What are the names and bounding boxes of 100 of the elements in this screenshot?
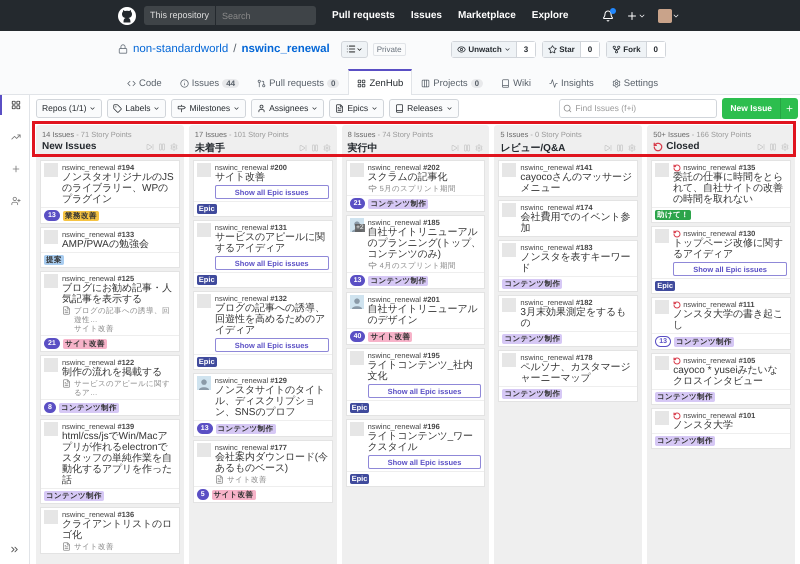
document-icon (214, 475, 224, 484)
repo-tab[interactable]: Issues 44 (170, 69, 248, 95)
filter-dropdown[interactable]: Repos (1/1) (36, 98, 102, 118)
settings-icon[interactable] (780, 142, 789, 150)
issue-title[interactable]: AMP/PWAの勉強会 (62, 239, 176, 250)
search-scope[interactable]: This repository (144, 6, 216, 25)
filter-dropdown[interactable]: Releases (389, 98, 459, 118)
issue-title[interactable]: サイト改善 (214, 172, 329, 183)
issue-title[interactable]: 委託の仕事に時間をとられて、自社サイトの改善の時間を取れない (673, 172, 787, 205)
issue-title[interactable]: 会社案内ダウンロード(今あるものベース) (214, 452, 329, 474)
skip-icon[interactable] (451, 144, 460, 152)
issue-title[interactable]: cayoco * yuseiみたいなクロスインタビュー (673, 365, 787, 387)
nav-link[interactable]: Explore (532, 10, 568, 21)
user-menu-button[interactable] (658, 8, 680, 22)
watch-button[interactable]: Unwatch (452, 42, 517, 56)
caret-icon (233, 104, 240, 112)
watch-count[interactable]: 3 (516, 42, 536, 56)
issue-title[interactable]: ノンスタを表すキーワード (520, 252, 634, 274)
plus-icon (10, 164, 20, 174)
nav-link[interactable]: Pull requests (332, 10, 395, 21)
path-separator: / (233, 43, 236, 55)
issue-title[interactable]: ノンスタオリジナルのJSのライブラリー、WPのプラグイン (62, 172, 176, 205)
issue-title[interactable]: ブログにお勧め記事・人気記事を表示する (62, 283, 176, 305)
caret-icon (371, 104, 378, 112)
repo-tab[interactable]: Wiki (492, 69, 540, 95)
plus-icon (785, 104, 794, 112)
issue-title[interactable]: ペルソナ、カスタマージャーニーマップ (520, 362, 634, 384)
repo-tab[interactable]: Code (118, 69, 171, 95)
list-menu-button[interactable] (340, 40, 368, 58)
skip-icon[interactable] (604, 144, 612, 152)
add-button[interactable] (780, 98, 798, 118)
repo-tab[interactable]: Projects 0 (412, 69, 492, 95)
filter-dropdown[interactable]: Labels (107, 98, 166, 118)
bell-icon (602, 10, 614, 22)
caret-icon (153, 104, 160, 112)
find-issues-field[interactable]: Find Issues (f+i) (559, 98, 718, 118)
nav-link[interactable]: Marketplace (458, 10, 516, 21)
issue-title[interactable]: トップページ改修に関するアイディア (673, 238, 787, 260)
filter-dropdown[interactable]: Milestones (171, 98, 246, 118)
issue-title[interactable]: ブログの記事への誘導、回遊性を高めるためのアイディア (214, 303, 329, 336)
repo-tab[interactable]: Insights (540, 69, 603, 95)
issue-title[interactable]: クライアントリストのロゴ化 (62, 519, 176, 541)
issue-title[interactable]: 自社サイトリニューアルのプランニング(トップ、コンテンツのみ) (368, 227, 482, 260)
fork-count[interactable]: 0 (646, 42, 665, 56)
lock-icon (118, 44, 128, 54)
filter-dropdown[interactable]: Assignees (251, 98, 324, 118)
nav-link[interactable]: Issues (410, 10, 442, 21)
settings-icon[interactable] (628, 144, 636, 152)
star-count[interactable]: 0 (580, 42, 600, 56)
grid-icon (10, 100, 20, 110)
caret-icon (311, 104, 318, 112)
repo-name-link[interactable]: nswinc_renewal (241, 43, 330, 55)
code-icon (127, 78, 136, 88)
logo-icon[interactable] (118, 6, 136, 24)
milestone-icon (368, 184, 377, 193)
filter-dropdown[interactable]: Epics (329, 98, 384, 118)
person-icon (257, 104, 266, 112)
repo-tab[interactable]: ZenHub (348, 69, 412, 95)
info-circle-icon (180, 78, 189, 88)
search-field[interactable]: Search (216, 6, 316, 25)
tab-counter: 44 (222, 78, 240, 88)
skip-icon[interactable] (756, 142, 765, 150)
document-icon (335, 104, 344, 112)
issue-title[interactable]: ノンスタ大学 (673, 420, 787, 431)
issue-title[interactable]: html/css/jsでWin/Macアプリが作れるelectronでスタッフの単純作業を自動化するアプリを作った話 (62, 431, 176, 486)
settings-icon[interactable] (475, 144, 484, 152)
issue-title[interactable]: ノンスタサイトのタイトル、ディスクリプション、SNSのプロフ (214, 385, 329, 418)
search-icon (563, 104, 572, 112)
repo-tab[interactable]: Pull requests 0 (248, 69, 348, 95)
notifications-button[interactable] (602, 10, 614, 22)
document-icon (62, 379, 71, 388)
pause-icon[interactable] (768, 142, 777, 150)
create-menu-button[interactable] (626, 10, 646, 22)
pull-request-icon (257, 78, 266, 88)
pause-icon[interactable] (158, 142, 166, 150)
fork-button[interactable]: Fork (607, 42, 647, 56)
skip-icon[interactable] (298, 144, 307, 152)
star-icon (548, 44, 558, 54)
activity-icon (549, 78, 558, 88)
settings-icon[interactable] (322, 144, 331, 152)
settings-icon[interactable] (170, 142, 178, 150)
issue-title[interactable]: 自社サイトリニューアルのデザイン (368, 304, 482, 326)
star-button[interactable]: Star (543, 42, 581, 56)
issue-title[interactable]: サービスのアピールに関するアイディア (214, 232, 329, 254)
issue-title[interactable]: ライトコンテンツ_ワークスタイル (368, 431, 482, 453)
pause-icon[interactable] (463, 144, 472, 152)
issue-title[interactable]: スクラムの記事化 (368, 172, 482, 183)
issue-title[interactable]: ライトコンテンツ_社内文化 (368, 360, 482, 382)
skip-icon[interactable] (146, 142, 154, 150)
issue-title[interactable]: 制作の流れを掲載する (62, 367, 176, 378)
issue-title[interactable]: cayocoさんのマッサージメニュー (520, 172, 634, 194)
issue-title[interactable]: ノンスタ大学の書き起こし (673, 309, 787, 331)
columns-icon (421, 78, 430, 88)
repo-tab[interactable]: Settings (602, 69, 668, 95)
repo-owner-link[interactable]: non-standardworld (133, 43, 228, 55)
pause-icon[interactable] (616, 144, 624, 152)
issue-title[interactable]: 3月末効果測定をするもの (520, 307, 634, 329)
issue-title[interactable]: 会社費用でのイベント参加 (520, 212, 634, 234)
caret-icon (504, 46, 511, 52)
pause-icon[interactable] (310, 144, 319, 152)
